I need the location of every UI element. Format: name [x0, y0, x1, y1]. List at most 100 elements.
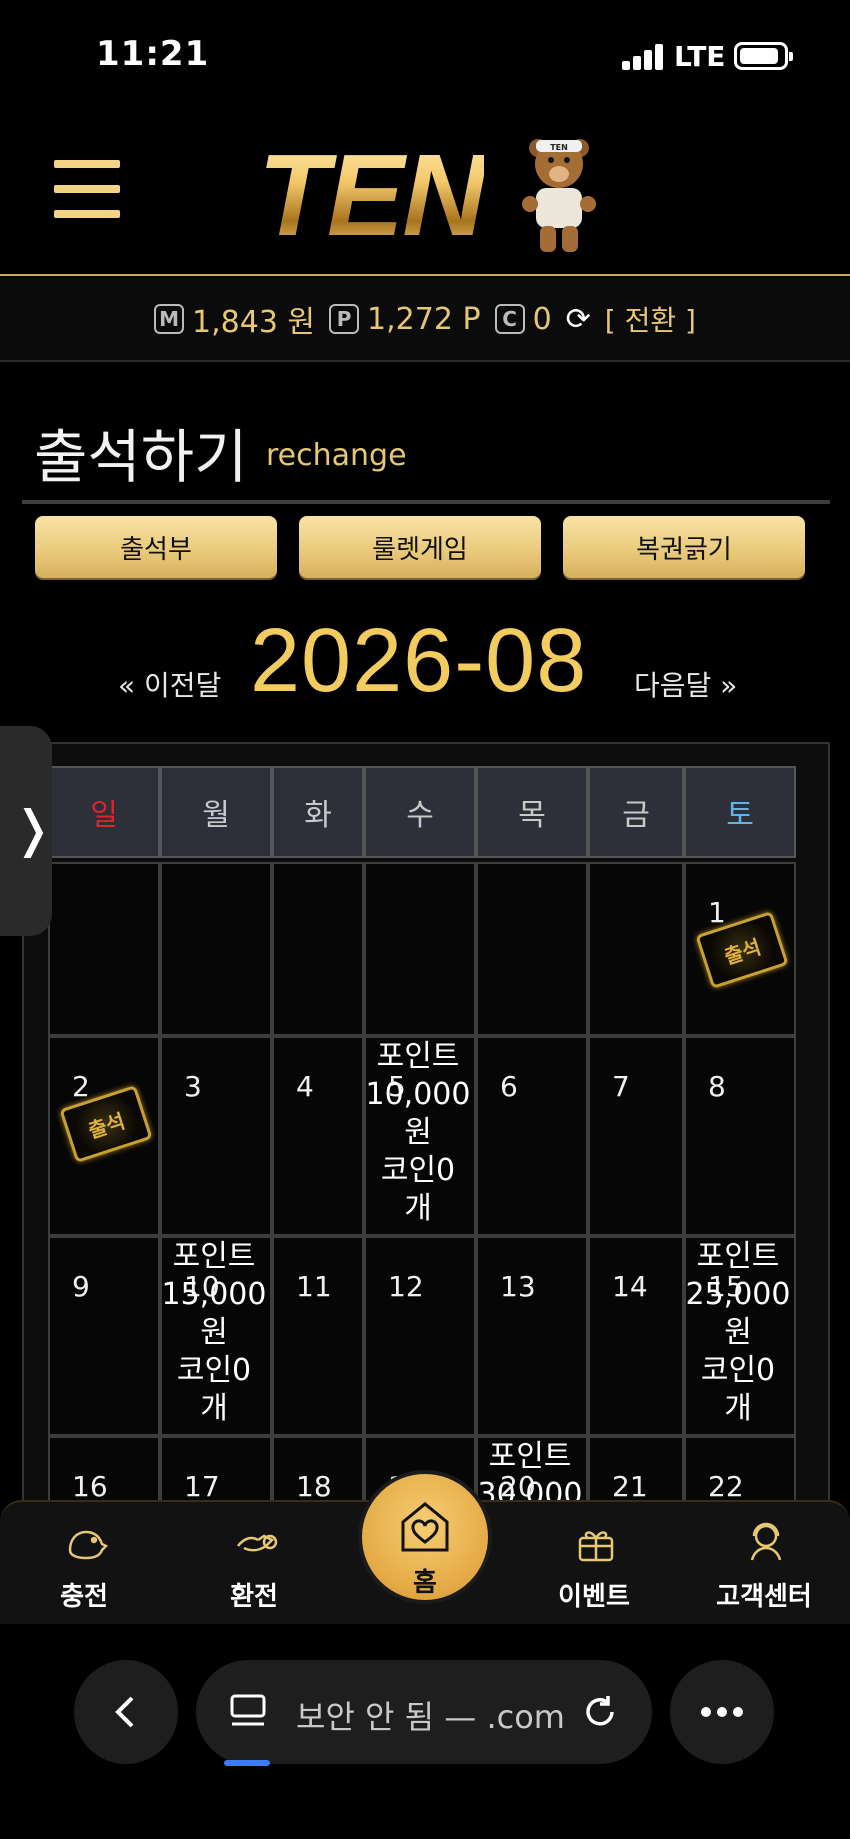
tab-roulette[interactable]: 룰렛게임: [299, 516, 541, 578]
calendar-day-cell[interactable]: 7: [588, 1036, 684, 1236]
money-value: 1,843 원: [192, 305, 316, 340]
calendar-day-cell[interactable]: 4: [272, 1036, 364, 1236]
balance-bar: M 1,843 원 P 1,272 P C 0 ⟳ [ 전환 ]: [0, 278, 850, 362]
next-month-link[interactable]: 다음달 »: [634, 664, 737, 704]
calendar-day-cell[interactable]: 9: [48, 1236, 160, 1436]
reload-icon[interactable]: [580, 1692, 620, 1732]
calendar-day-cell[interactable]: 11: [272, 1236, 364, 1436]
charge-icon: [68, 1530, 108, 1560]
page-heading: 출석하기 rechange: [22, 408, 830, 504]
reward-line: 코인0: [176, 1353, 252, 1388]
calendar-day-cell[interactable]: [272, 862, 364, 1036]
swap-button[interactable]: [ 전환 ]: [605, 299, 696, 339]
calendar-day-cell[interactable]: [364, 862, 476, 1036]
calendar-day-cell[interactable]: 2 출석: [48, 1036, 160, 1236]
reward-line: 코인0: [700, 1353, 776, 1388]
day-number: 1: [708, 896, 726, 929]
home-heart-icon: [401, 1502, 449, 1552]
chevron-left-icon: [115, 1696, 134, 1728]
day-number: 14: [612, 1270, 648, 1303]
reward-line: 원: [724, 1315, 752, 1350]
battery-icon: [734, 42, 793, 70]
reward-line: 25,000: [685, 1277, 791, 1312]
reward-line: 코인0: [380, 1153, 456, 1188]
hamburger-menu-icon[interactable]: [54, 160, 120, 218]
nav-event[interactable]: 이벤트: [524, 1502, 664, 1626]
refresh-icon[interactable]: ⟳: [566, 302, 591, 337]
reward-line: 포인트: [696, 1239, 780, 1274]
status-time: 11:21: [96, 34, 210, 74]
day-number: 7: [612, 1070, 630, 1103]
site-header: TEN TEN: [0, 110, 850, 276]
calendar-day-cell[interactable]: 10 포인트 15,000 원 코인0 개: [160, 1236, 272, 1436]
day-number: 9: [72, 1270, 90, 1303]
address-bar[interactable]: 보안 안 됨 — .com: [196, 1660, 652, 1764]
nav-charge[interactable]: 충전: [14, 1502, 154, 1626]
day-reward: 포인트 10,000 원 코인0 개: [364, 1038, 472, 1228]
coin-value: 0: [532, 301, 552, 337]
side-drawer-handle[interactable]: ❭: [0, 726, 54, 936]
money-balance: M 1,843 원: [154, 297, 315, 341]
nav-exchange[interactable]: 환전: [184, 1502, 324, 1626]
weekday-header: 수: [364, 766, 476, 858]
calendar-day-cell[interactable]: [160, 862, 272, 1036]
more-dots-icon: [701, 1707, 743, 1717]
day-number: 6: [500, 1070, 518, 1103]
reward-line: 개: [724, 1391, 752, 1426]
calendar-day-cell[interactable]: [476, 862, 588, 1036]
calendar-day-cell[interactable]: 15 포인트 25,000 원 코인0 개: [684, 1236, 796, 1436]
url-text: 보안 안 됨 — .com: [296, 1698, 565, 1736]
page-title: 출석하기: [34, 423, 248, 491]
nav-exchange-label: 환전: [230, 1582, 278, 1612]
calendar-day-cell[interactable]: 14: [588, 1236, 684, 1436]
tab-view-icon: [230, 1694, 266, 1726]
bear-cap-text: TEN: [550, 143, 568, 152]
day-number: 17: [184, 1470, 220, 1503]
prev-month-link[interactable]: « 이전달: [118, 664, 221, 704]
weekday-header: 월: [160, 766, 272, 858]
calendar-day-cell[interactable]: 12: [364, 1236, 476, 1436]
coin-icon: C: [494, 304, 525, 334]
weekday-header: 목: [476, 766, 588, 858]
attendance-calendar: 일 월 화 수 목 금 토 1 출석 2 출석 3 4 5 포인트 10,000 원 코인0 개 6 7 8 9 10 포인트 1…: [22, 742, 830, 1522]
headset-icon: [750, 1522, 782, 1561]
tab-attendance[interactable]: 출석부: [35, 516, 277, 578]
day-number: 13: [500, 1270, 536, 1303]
money-icon: M: [154, 304, 185, 334]
reward-line: 개: [404, 1191, 432, 1226]
reward-line: 포인트: [376, 1039, 460, 1074]
calendar-day-cell[interactable]: 8: [684, 1036, 796, 1236]
status-bar: 11:21 LTE: [0, 0, 850, 110]
calendar-day-cell[interactable]: 13: [476, 1236, 588, 1436]
day-number: 2: [72, 1070, 90, 1103]
reward-line: 원: [200, 1315, 228, 1350]
current-month: 2026-08: [250, 611, 588, 711]
network-label: LTE: [674, 40, 726, 73]
calendar-day-cell[interactable]: 1 출석: [684, 862, 796, 1036]
calendar-day-cell[interactable]: 6: [476, 1036, 588, 1236]
calendar-day-cell[interactable]: [588, 862, 684, 1036]
day-number: 16: [72, 1470, 108, 1503]
tab-lottery[interactable]: 복권긁기: [563, 516, 805, 578]
bear-mascot-icon: TEN: [522, 139, 596, 252]
browser-back-button[interactable]: [74, 1660, 178, 1764]
day-number: 4: [296, 1070, 314, 1103]
day-number: 21: [612, 1470, 648, 1503]
browser-more-button[interactable]: [670, 1660, 774, 1764]
nav-support[interactable]: 고객센터: [694, 1502, 834, 1626]
reward-line: 개: [200, 1391, 228, 1426]
point-balance: P 1,272 P: [329, 302, 481, 337]
home-button[interactable]: 홈: [358, 1470, 492, 1604]
page-subtitle: rechange: [266, 438, 407, 473]
reward-line: 15,000: [161, 1277, 267, 1312]
calendar-day-cell[interactable]: [48, 862, 160, 1036]
calendar-day-cell[interactable]: 5 포인트 10,000 원 코인0 개: [364, 1036, 476, 1236]
reward-line: 10,000: [365, 1077, 471, 1112]
nav-charge-label: 충전: [60, 1582, 108, 1612]
site-logo[interactable]: TEN TEN: [258, 130, 598, 260]
home-label: 홈: [413, 1568, 437, 1598]
calendar-day-cell[interactable]: 3: [160, 1036, 272, 1236]
day-reward: 포인트 15,000 원 코인0 개: [160, 1238, 268, 1428]
browser-toolbar: 보안 안 됨 — .com: [0, 1624, 850, 1839]
day-number: 11: [296, 1270, 332, 1303]
